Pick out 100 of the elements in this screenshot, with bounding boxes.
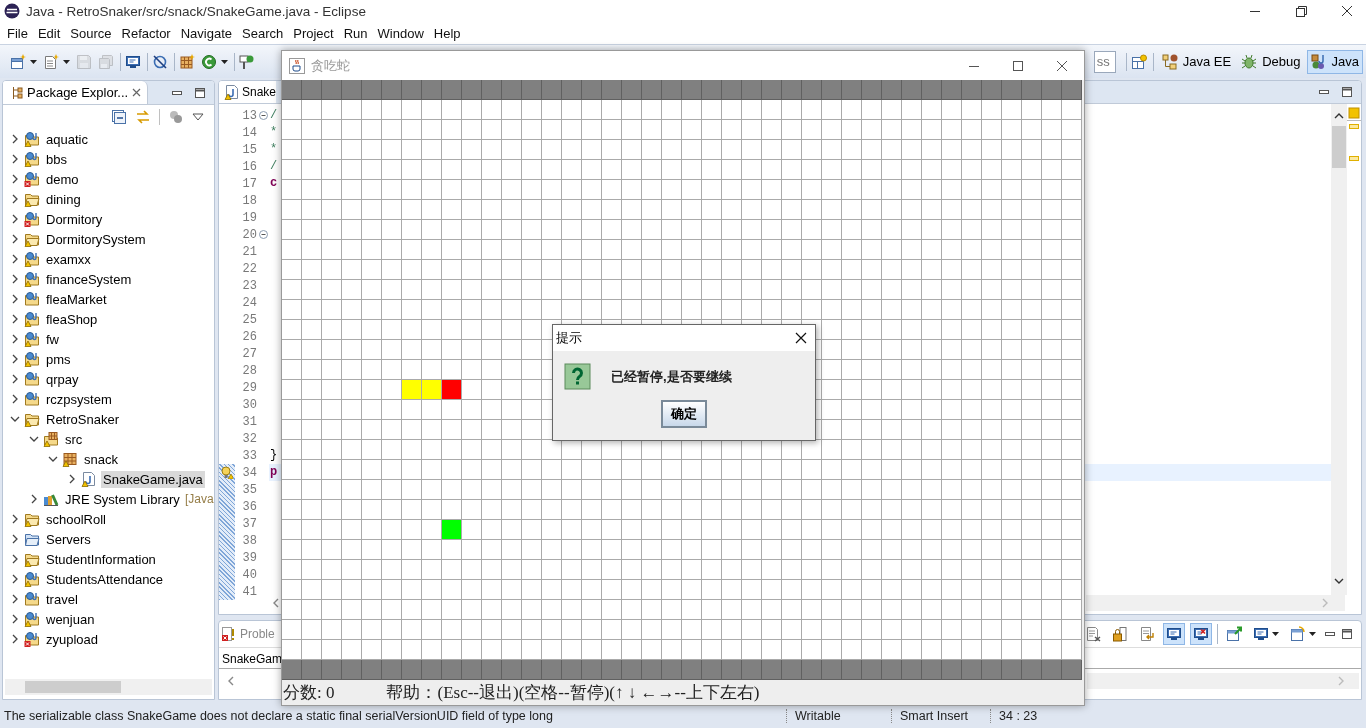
perspective-button[interactable]: Java EE xyxy=(1157,49,1236,74)
package-explorer-tab[interactable]: Package Explor... xyxy=(3,81,149,104)
tree-item[interactable]: rczpsystem xyxy=(44,390,114,408)
close-button[interactable] xyxy=(1056,59,1068,72)
tree-item[interactable]: financeSystem xyxy=(44,270,134,288)
monitor-icon[interactable] xyxy=(125,53,141,70)
code-text: / xyxy=(270,108,278,122)
menu-item[interactable]: Project xyxy=(288,25,339,41)
close-button[interactable] xyxy=(1340,4,1354,18)
score-text: 分数: 0 xyxy=(283,682,335,704)
scrollbar-thumb[interactable] xyxy=(25,681,121,693)
scroll-left-icon[interactable] xyxy=(272,598,280,608)
open-perspective-icon[interactable] xyxy=(1130,53,1147,70)
tree-item[interactable]: snack xyxy=(82,450,120,468)
maximize-icon[interactable] xyxy=(1341,86,1353,98)
scroll-up-icon[interactable] xyxy=(1334,112,1344,120)
problem-item[interactable]: SnakeGam xyxy=(222,652,283,666)
tree-item[interactable]: StudentInformation xyxy=(44,550,158,568)
scroll-left-icon[interactable] xyxy=(227,676,235,686)
collapse-all-icon[interactable] xyxy=(111,109,127,125)
tree-item[interactable]: travel xyxy=(44,590,80,608)
monitor-icon[interactable] xyxy=(1253,626,1269,642)
tree-item[interactable]: Servers xyxy=(44,530,93,548)
tree-item[interactable]: examxx xyxy=(44,250,93,268)
line-number: 23 xyxy=(241,278,257,293)
dropdown-caret-icon[interactable] xyxy=(30,59,37,64)
menu-item[interactable]: Window xyxy=(372,25,429,41)
new-file-icon[interactable] xyxy=(43,53,59,70)
tree-item[interactable]: qrpay xyxy=(44,370,81,388)
editor-mode: Writable xyxy=(786,709,891,723)
pin-icon[interactable] xyxy=(1226,626,1242,642)
tree-item[interactable]: bbs xyxy=(44,150,69,168)
tool-icon[interactable] xyxy=(239,53,255,70)
grayed-objects-icon[interactable] xyxy=(168,109,184,125)
menu-item[interactable]: Edit xyxy=(32,25,66,41)
horizontal-scrollbar[interactable] xyxy=(1086,595,1345,611)
help-text: 帮助：(Esc--退出)(空格--暂停)(↑ ↓ ←→--上下左右) xyxy=(386,682,760,704)
tree-item[interactable]: demo xyxy=(44,170,81,188)
tree-item[interactable]: fleaShop xyxy=(44,310,100,328)
dropdown-caret-icon[interactable] xyxy=(221,59,228,64)
line-number: 28 xyxy=(241,363,257,378)
vertical-scrollbar[interactable] xyxy=(1331,104,1347,595)
monitor-icon[interactable] xyxy=(1166,626,1182,642)
tree-item[interactable]: DormitorySystem xyxy=(44,230,148,248)
scrollbar-thumb[interactable] xyxy=(1332,126,1346,168)
run-icon[interactable] xyxy=(201,53,217,70)
tree-item[interactable]: wenjuan xyxy=(44,610,97,628)
horizontal-scrollbar[interactable] xyxy=(5,679,212,695)
maximize-icon[interactable] xyxy=(1341,628,1353,640)
perspective-button[interactable]: Debug xyxy=(1237,49,1305,74)
tree-item[interactable]: dining xyxy=(44,190,83,208)
maximize-button[interactable] xyxy=(1012,59,1024,72)
tree-item[interactable]: schoolRoll xyxy=(44,510,108,528)
document-arrow-icon[interactable] xyxy=(1139,626,1155,642)
horizontal-scrollbar[interactable] xyxy=(1087,673,1359,689)
tree-item[interactable]: pms xyxy=(44,350,73,368)
view-menu-icon[interactable] xyxy=(192,113,204,121)
menu-item[interactable]: Help xyxy=(428,25,466,41)
tree-item[interactable]: fleaMarket xyxy=(44,290,109,308)
menu-item[interactable]: Search xyxy=(237,25,289,41)
new-window-icon[interactable] xyxy=(10,53,26,70)
line-number: 16 xyxy=(241,159,257,174)
line-number: 32 xyxy=(241,431,257,446)
editor-tab[interactable]: Snake xyxy=(219,81,277,103)
fold-icon[interactable] xyxy=(258,230,268,239)
tree-item[interactable]: StudentsAttendance xyxy=(44,570,166,588)
tree-item[interactable]: JRE System Library xyxy=(63,490,182,508)
menu-item[interactable]: Refactor xyxy=(116,25,176,41)
menu-item[interactable]: Navigate xyxy=(175,25,237,41)
maximize-icon[interactable] xyxy=(194,86,206,99)
tree-item[interactable]: zyupload xyxy=(44,630,101,648)
tree-item[interactable]: SnakeGame.java xyxy=(101,470,205,488)
dropdown-caret-icon[interactable] xyxy=(1272,632,1279,636)
line-number: 33 xyxy=(241,448,257,463)
tree-item[interactable]: fw xyxy=(44,330,61,348)
dropdown-caret-icon[interactable] xyxy=(1309,632,1316,636)
clear-document-icon[interactable] xyxy=(1085,626,1101,642)
close-button[interactable] xyxy=(795,332,807,344)
tree-item[interactable]: Dormitory xyxy=(44,210,105,228)
close-icon[interactable] xyxy=(132,88,142,97)
tree-item[interactable]: RetroSnaker xyxy=(44,410,121,428)
menu-item[interactable]: Source xyxy=(65,25,117,41)
monitor-error-icon[interactable] xyxy=(1193,626,1209,642)
dropdown-caret-icon[interactable] xyxy=(63,59,70,64)
package-icon[interactable] xyxy=(179,53,195,70)
java-perspective-icon xyxy=(1310,53,1327,70)
tree-item[interactable]: src xyxy=(63,430,85,448)
lock-icon[interactable] xyxy=(1112,626,1128,642)
menu-item[interactable]: File xyxy=(2,25,33,41)
restore-button[interactable] xyxy=(1294,4,1308,18)
fold-icon[interactable] xyxy=(258,111,268,120)
menu-item[interactable]: Run xyxy=(338,25,373,41)
perspective-button[interactable]: Java xyxy=(1306,49,1363,74)
problems-tab[interactable]: Proble xyxy=(219,626,275,642)
tree-item[interactable]: aquatic xyxy=(44,130,90,148)
ok-button[interactable]: 确定 xyxy=(661,400,707,428)
scroll-down-icon[interactable] xyxy=(1334,577,1344,585)
skip-breakpoints-icon[interactable] xyxy=(152,53,168,70)
new-window-icon[interactable] xyxy=(1290,626,1306,642)
quick-access-field[interactable]: ss xyxy=(1093,50,1116,73)
